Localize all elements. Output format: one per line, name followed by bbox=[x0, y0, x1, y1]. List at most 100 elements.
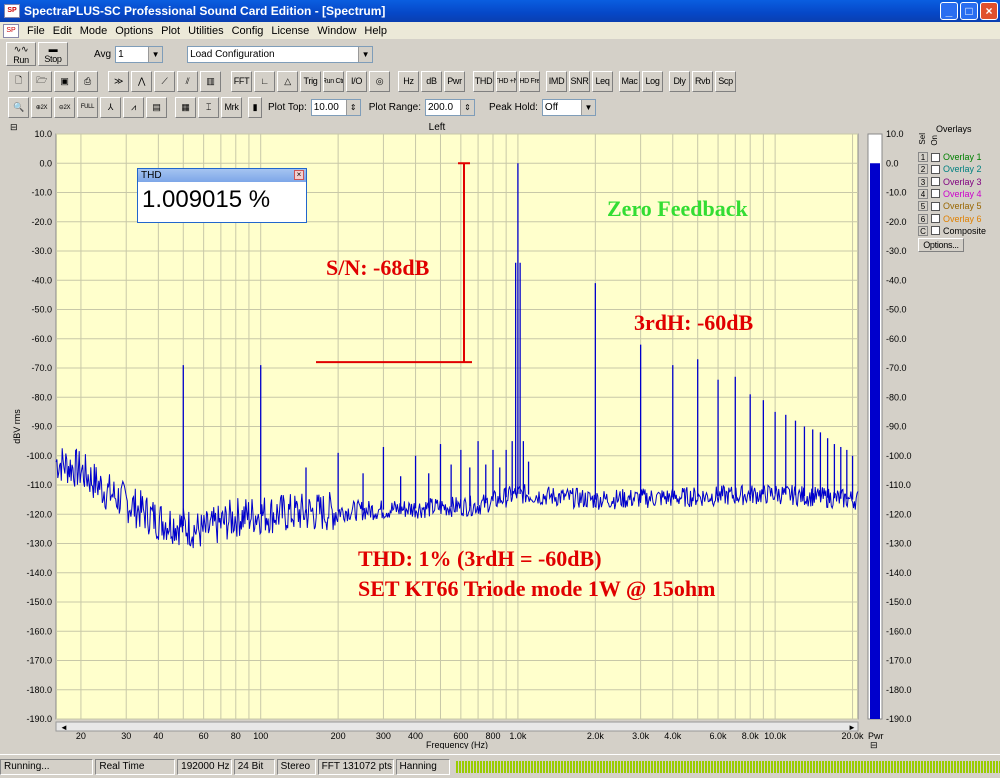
thd-window[interactable]: THD × 1.009015 % bbox=[137, 168, 307, 223]
spinner-icon[interactable]: ⇕ bbox=[345, 99, 360, 115]
menu-window[interactable]: Window bbox=[313, 25, 360, 37]
overlay-checkbox[interactable] bbox=[931, 152, 940, 162]
cursor-icon[interactable]: ⌶ bbox=[198, 96, 219, 118]
overlay-options-button[interactable]: Options... bbox=[918, 238, 964, 252]
chevron-down-icon: ▼ bbox=[358, 46, 373, 62]
thd-window-title[interactable]: THD × bbox=[138, 169, 306, 182]
axis-icon[interactable]: ∟ bbox=[254, 70, 275, 92]
menu-config[interactable]: Config bbox=[228, 25, 268, 37]
dly-button[interactable]: Dly bbox=[669, 70, 690, 92]
mac-button[interactable]: Mac bbox=[619, 70, 640, 92]
menu-plot[interactable]: Plot bbox=[157, 25, 184, 37]
fft-button[interactable]: FFT bbox=[231, 70, 252, 92]
hz-button[interactable]: Hz bbox=[398, 70, 419, 92]
y-tick-label: -10.0 bbox=[31, 188, 52, 198]
scroll-icon[interactable]: ▮ bbox=[248, 96, 262, 118]
overlay-checkbox[interactable] bbox=[931, 201, 940, 211]
rvb-button[interactable]: Rvb bbox=[692, 70, 713, 92]
grid-icon[interactable]: ▦ bbox=[175, 96, 196, 118]
db-button[interactable]: dB bbox=[421, 70, 442, 92]
thdn-button[interactable]: THD +N bbox=[496, 70, 517, 92]
trig-button[interactable]: Trig bbox=[300, 70, 321, 92]
snr-button[interactable]: SNR bbox=[569, 70, 590, 92]
avg-label: Avg bbox=[94, 48, 112, 60]
overlay-select-button[interactable]: 2 bbox=[918, 164, 928, 175]
run-label: Run bbox=[13, 54, 29, 65]
close-button[interactable]: × bbox=[980, 2, 998, 20]
toolbar-run: ∿∿ Run ▬ Stop Avg 1 ▼ Load Configuration ▼ bbox=[0, 41, 1000, 67]
zoom-out-2x-icon[interactable]: ⊖2X bbox=[54, 96, 75, 118]
overlay-checkbox[interactable] bbox=[931, 214, 940, 223]
menu-help[interactable]: Help bbox=[360, 25, 391, 37]
plot-top-input[interactable]: 10.00 ⇕ bbox=[310, 98, 361, 116]
overlay-select-button[interactable]: 6 bbox=[918, 213, 928, 224]
mdi-icon[interactable]: SP bbox=[3, 23, 19, 38]
avg-select[interactable]: 1 ▼ bbox=[115, 45, 164, 63]
menu-utilities[interactable]: Utilities bbox=[184, 25, 227, 37]
imd-button[interactable]: IMD bbox=[546, 70, 567, 92]
print-icon[interactable]: ⎙ bbox=[77, 70, 98, 92]
peak-hold-select[interactable]: Off ▼ bbox=[541, 98, 596, 116]
peak-icon[interactable]: ⅄ bbox=[100, 96, 121, 118]
signal-generator-icon[interactable]: ◎ bbox=[369, 70, 390, 92]
plot-range-input[interactable]: 200.0 ⇕ bbox=[425, 98, 475, 116]
status-rate: 192000 Hz bbox=[177, 758, 232, 775]
zoom-full-icon[interactable]: FULL bbox=[77, 96, 98, 118]
zoom-icon[interactable]: 🔍 bbox=[8, 96, 29, 118]
overlay-checkbox[interactable] bbox=[931, 189, 940, 199]
config-select[interactable]: Load Configuration ▼ bbox=[187, 45, 374, 63]
menu-edit[interactable]: Edit bbox=[49, 25, 76, 37]
leq-button[interactable]: Leq bbox=[592, 70, 613, 92]
overlay-row[interactable]: 1 Overlay 1 bbox=[918, 151, 982, 163]
meter-tick-label: 0.0 bbox=[886, 158, 899, 168]
run-button[interactable]: ∿∿ Run bbox=[6, 42, 36, 66]
maximize-button[interactable]: □ bbox=[960, 2, 978, 20]
overlay-row[interactable]: 5 Overlay 5 bbox=[918, 200, 982, 212]
overlay-select-button[interactable]: 3 bbox=[918, 176, 928, 187]
line-plot-icon[interactable]: ⩘ bbox=[123, 96, 144, 118]
run-ctrl-button[interactable]: Run Ctrl bbox=[323, 70, 344, 92]
zoom-in-2x-icon[interactable]: ⊕2X bbox=[31, 96, 52, 118]
scp-button[interactable]: Scp bbox=[715, 70, 736, 92]
new-file-icon[interactable]: 🗋 bbox=[8, 70, 29, 92]
thd-close-icon[interactable]: × bbox=[294, 170, 304, 180]
pwr-button[interactable]: Pwr bbox=[444, 70, 465, 92]
overlay-row[interactable]: 6 Overlay 6 bbox=[918, 213, 982, 225]
thd-button[interactable]: THD bbox=[473, 70, 494, 92]
overlay-checkbox[interactable] bbox=[931, 226, 940, 236]
open-folder-icon[interactable]: 🗁 bbox=[31, 70, 52, 92]
x-tick-label: 400 bbox=[408, 731, 423, 741]
overlay-row[interactable]: C Composite bbox=[918, 225, 986, 237]
spinner-icon[interactable]: ⇕ bbox=[460, 99, 474, 115]
spectrum-icon[interactable]: ⋀ bbox=[131, 70, 152, 92]
menu-file[interactable]: File bbox=[23, 25, 49, 37]
meter-tick-label: -110.0 bbox=[886, 480, 911, 490]
marker-button[interactable]: Mrk bbox=[221, 96, 242, 118]
stop-button[interactable]: ▬ Stop bbox=[38, 42, 68, 66]
menu-license[interactable]: License bbox=[267, 25, 313, 37]
calibrate-icon[interactable]: △ bbox=[277, 70, 298, 92]
minimize-button[interactable]: _ bbox=[940, 2, 958, 20]
meter-tick-label: -40.0 bbox=[886, 275, 907, 285]
io-button[interactable]: I/O bbox=[346, 70, 367, 92]
overlay-row[interactable]: 2 Overlay 2 bbox=[918, 163, 982, 175]
menu-options[interactable]: Options bbox=[111, 25, 157, 37]
overlay-select-button[interactable]: 4 bbox=[918, 188, 928, 199]
meter-tick-label: -50.0 bbox=[886, 305, 907, 315]
save-icon[interactable]: ▣ bbox=[54, 70, 75, 92]
thd-freq-button[interactable]: THD Freq bbox=[519, 70, 540, 92]
overlay-checkbox[interactable] bbox=[931, 177, 940, 187]
overlay-select-button[interactable]: 5 bbox=[918, 201, 928, 212]
overlay-row[interactable]: 4 Overlay 4 bbox=[918, 188, 982, 200]
menu-mode[interactable]: Mode bbox=[76, 25, 112, 37]
ramp-icon[interactable]: ⟋ bbox=[154, 70, 175, 92]
overlay-row[interactable]: 3 Overlay 3 bbox=[918, 176, 982, 188]
bar-plot-icon[interactable]: ▤ bbox=[146, 96, 167, 118]
waterfall-icon[interactable]: ⫽ bbox=[177, 70, 198, 92]
overlay-checkbox[interactable] bbox=[931, 164, 940, 174]
overlay-select-button[interactable]: 1 bbox=[918, 152, 928, 162]
overlay-select-button[interactable]: C bbox=[918, 225, 928, 236]
spectrogram-icon[interactable]: ▥ bbox=[200, 70, 221, 92]
forward-icon[interactable]: ≫ bbox=[108, 70, 129, 92]
log-button[interactable]: Log bbox=[642, 70, 663, 92]
